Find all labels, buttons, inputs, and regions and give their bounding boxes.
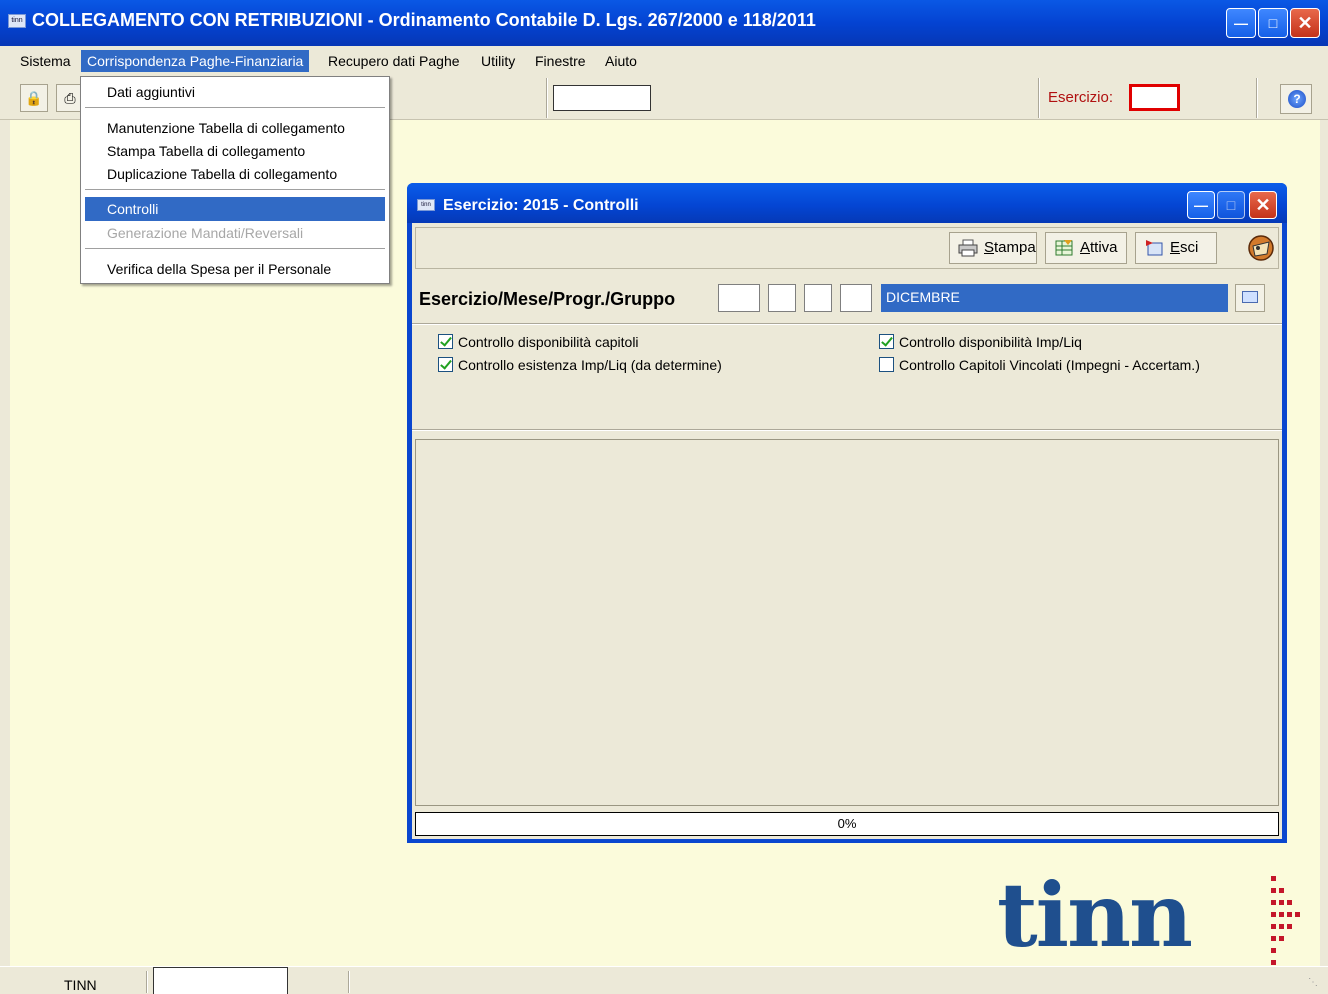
checkbox-unchecked[interactable] (879, 357, 894, 372)
month-display: DICEMBRE (881, 284, 1228, 312)
menu-separator (85, 248, 385, 250)
check-capitoli-vincolati[interactable]: Controllo Capitoli Vincolati (Impegni - … (879, 357, 1200, 373)
lookup-icon (1242, 291, 1258, 303)
resize-grip-icon[interactable]: ⋱ (1308, 977, 1322, 991)
menu-finestre[interactable]: Finestre (529, 50, 592, 72)
lookup-button[interactable] (1235, 284, 1265, 312)
divider (412, 429, 1282, 431)
menu-controlli[interactable]: Controlli (85, 197, 385, 221)
maximize-button[interactable]: □ (1258, 8, 1288, 38)
param-label: Esercizio/Mese/Progr./Gruppo (419, 289, 676, 309)
esci-button[interactable]: Esci (1135, 232, 1217, 264)
child-close-button[interactable]: ✕ (1249, 191, 1277, 219)
checkbox-checked[interactable] (879, 334, 894, 349)
close-button[interactable]: ✕ (1290, 8, 1320, 38)
window-title: COLLEGAMENTO CON RETRIBUZIONI - Ordiname… (32, 10, 816, 30)
main-titlebar[interactable]: tinn COLLEGAMENTO CON RETRIBUZIONI - Ord… (0, 0, 1328, 46)
menu-duplicazione-tabella[interactable]: Duplicazione Tabella di collegamento (85, 162, 385, 186)
status-field (153, 967, 288, 994)
check-esistenza-imp-liq[interactable]: Controllo esistenza Imp/Liq (da determin… (438, 357, 722, 373)
child-minimize-button[interactable]: — (1187, 191, 1215, 219)
menu-sistema[interactable]: Sistema (14, 50, 77, 72)
toolbar-separator (1256, 78, 1258, 118)
menu-verifica-spesa[interactable]: Verifica della Spesa per il Personale (85, 257, 385, 281)
lock-icon: 🔒 (25, 90, 43, 106)
progressivo-input[interactable] (804, 284, 832, 312)
status-separator (146, 971, 148, 993)
lock-button[interactable]: 🔒 (20, 84, 48, 112)
menu-aiuto[interactable]: Aiuto (599, 50, 643, 72)
corrispondenza-dropdown: Dati aggiuntivi Manutenzione Tabella di … (80, 76, 390, 284)
help-button[interactable]: ? (1280, 84, 1312, 114)
attiva-button[interactable]: Attiva (1045, 232, 1127, 264)
toolbar-field[interactable] (553, 85, 651, 111)
printer-icon: ⎙ (64, 90, 76, 106)
status-text: TINN (64, 977, 97, 993)
spreadsheet-icon (1055, 240, 1073, 256)
check-disponibilita-capitoli[interactable]: Controllo disponibilità capitoli (438, 334, 639, 350)
esercizio-input[interactable] (718, 284, 760, 312)
tinn-logo: tinn (997, 863, 1193, 967)
menu-utility[interactable]: Utility (475, 50, 521, 72)
child-window-title: Esercizio: 2015 - Controlli (443, 197, 639, 214)
esercizio-field[interactable] (1129, 84, 1180, 111)
gruppo-input[interactable] (840, 284, 872, 312)
menu-separator (85, 107, 385, 109)
menu-stampa-tabella[interactable]: Stampa Tabella di collegamento (85, 139, 385, 163)
stampa-button[interactable]: Stampa (949, 232, 1037, 264)
controlli-window: tinn Esercizio: 2015 - Controlli — □ ✕ S… (407, 183, 1287, 843)
toolbar-separator (546, 78, 548, 118)
app-icon: tinn (8, 14, 26, 28)
log-area (415, 439, 1279, 806)
menu-manutenzione-tabella[interactable]: Manutenzione Tabella di collegamento (85, 116, 385, 140)
menubar: Sistema Corrispondenza Paghe-Finanziaria… (0, 46, 1328, 74)
progress-label: 0% (837, 816, 857, 831)
tinn-logo-dots (1267, 876, 1323, 966)
child-app-icon: tinn (417, 199, 435, 211)
child-titlebar[interactable]: tinn Esercizio: 2015 - Controlli — □ ✕ (407, 183, 1287, 223)
mese-input[interactable] (768, 284, 796, 312)
menu-dati-aggiuntivi[interactable]: Dati aggiuntivi (85, 80, 385, 104)
child-toolbar: Stampa Attiva Esci (415, 227, 1279, 269)
child-body: Stampa Attiva Esci Esercizio/Mese/Progr.… (412, 223, 1282, 839)
exit-door-icon (1146, 240, 1163, 256)
esercizio-label: Esercizio: (1048, 89, 1114, 106)
statusbar: TINN ⋱ (0, 966, 1328, 994)
status-separator (348, 971, 350, 993)
menu-generazione-mandati: Generazione Mandati/Reversali (107, 225, 304, 241)
child-maximize-button: □ (1217, 191, 1245, 219)
divider (412, 323, 1282, 325)
wizard-icon[interactable] (1246, 232, 1276, 264)
toolbar-separator (1038, 78, 1040, 118)
help-icon: ? (1288, 90, 1306, 108)
menu-recupero-dati-paghe[interactable]: Recupero dati Paghe (322, 50, 466, 72)
check-disponibilita-imp-liq[interactable]: Controllo disponibilità Imp/Liq (879, 334, 1082, 350)
menu-separator (85, 189, 385, 191)
checkbox-checked[interactable] (438, 357, 453, 372)
progress-bar: 0% (415, 812, 1279, 836)
checkbox-checked[interactable] (438, 334, 453, 349)
menu-corrispondenza[interactable]: Corrispondenza Paghe-Finanziaria (81, 50, 310, 72)
minimize-button[interactable]: — (1226, 8, 1256, 38)
printer-icon (958, 239, 978, 257)
